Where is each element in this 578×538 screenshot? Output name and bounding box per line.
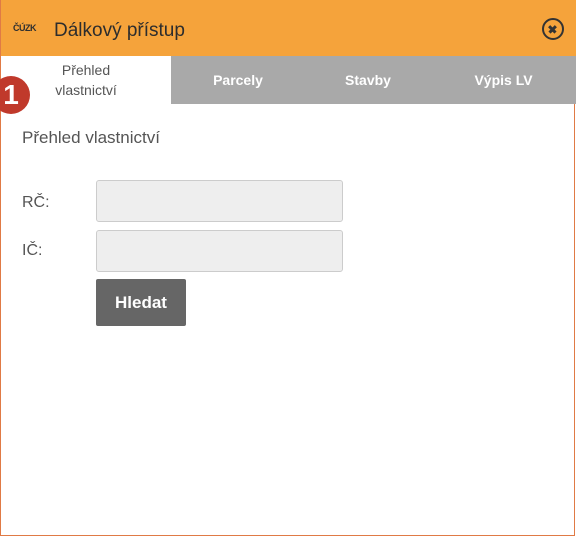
- tab-label: Parcely: [213, 72, 263, 88]
- window-titlebar: ČÚZK Dálkový přístup: [1, 0, 576, 56]
- tab-label: Stavby: [345, 72, 391, 88]
- tab-bar: Přehled vlastnictví Parcely Stavby Výpis…: [1, 56, 576, 104]
- tab-label: Přehled vlastnictví: [55, 62, 117, 98]
- tab-label: Výpis LV: [474, 72, 533, 88]
- search-button[interactable]: Hledat: [96, 279, 186, 326]
- section-title: Přehled vlastnictví: [22, 128, 160, 147]
- remote-access-window: ČÚZK Dálkový přístup Přehled vlastnictví…: [0, 0, 576, 536]
- tab-parcely[interactable]: Parcely: [171, 56, 305, 104]
- cuzk-logo: ČÚZK: [13, 23, 37, 33]
- tab-vypis-lv[interactable]: Výpis LV: [431, 56, 576, 104]
- ic-input[interactable]: [96, 230, 343, 272]
- window-title: Dálkový přístup: [54, 20, 185, 41]
- ic-label: IČ:: [22, 242, 43, 259]
- rc-input[interactable]: [96, 180, 343, 222]
- rc-label: RČ:: [22, 194, 50, 211]
- tab-stavby[interactable]: Stavby: [305, 56, 431, 104]
- close-icon[interactable]: [542, 18, 564, 40]
